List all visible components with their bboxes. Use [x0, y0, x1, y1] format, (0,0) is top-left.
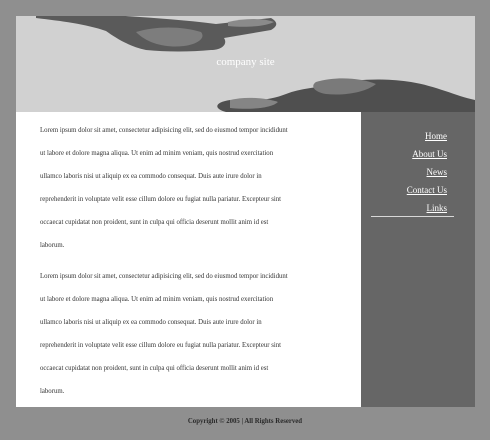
paragraph-line: reprehenderit in voluptate velit esse ci…: [40, 196, 282, 203]
nav-link-home[interactable]: Home: [425, 131, 447, 141]
paragraph-line: Lorem ipsum dolor sit amet, consectetur …: [40, 273, 288, 280]
nav-link-about-us[interactable]: About Us: [412, 149, 447, 159]
paragraph-line: ullamco laboris nisi ut aliquip ex ea co…: [40, 319, 262, 326]
nav-link-news[interactable]: News: [427, 167, 448, 177]
sidebar-nav: Home About Us News Contact Us Links: [361, 112, 475, 407]
paragraph: Lorem ipsum dolor sit amet, consectetur …: [40, 265, 340, 403]
main-content: Lorem ipsum dolor sit amet, consectetur …: [16, 112, 361, 407]
nav-link-contact-us[interactable]: Contact Us: [407, 185, 447, 195]
paragraph: Lorem ipsum dolor sit amet, consectetur …: [40, 119, 340, 257]
footer-copyright: Copyright © 2005 | All Rights Reserved: [187, 418, 303, 425]
paragraph-line: laborum.: [40, 388, 65, 395]
paragraph-line: occaecat cupidatat non proident, sunt in…: [40, 365, 269, 372]
paragraph-line: Lorem ipsum dolor sit amet, consectetur …: [40, 127, 288, 134]
nav-link-links[interactable]: Links: [426, 203, 447, 213]
header-banner: company site: [16, 16, 475, 112]
paragraph-line: ullamco laboris nisi ut aliquip ex ea co…: [40, 173, 262, 180]
paragraph-line: occaecat cupidatat non proident, sunt in…: [40, 219, 269, 226]
paragraph-line: laborum.: [40, 242, 65, 249]
nav-divider: [371, 216, 454, 217]
page-frame: company site Lorem ipsum dolor sit amet,…: [16, 16, 475, 407]
paragraph-line: ut labore et dolore magna aliqua. Ut eni…: [40, 296, 274, 303]
site-title: company site: [216, 56, 275, 68]
paragraph-line: ut labore et dolore magna aliqua. Ut eni…: [40, 150, 274, 157]
paragraph-line: reprehenderit in voluptate velit esse ci…: [40, 342, 282, 349]
